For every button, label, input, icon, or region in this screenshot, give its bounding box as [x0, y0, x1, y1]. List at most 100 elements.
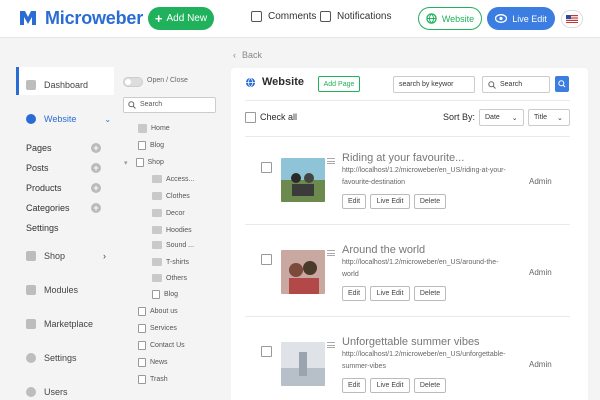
main-search-placeholder: Search: [500, 81, 523, 88]
tree-node-shop[interactable]: ▾ Shop: [124, 158, 164, 167]
post-edit-button[interactable]: Edit: [342, 286, 366, 301]
sidebar-item-website[interactable]: Website ⌄: [26, 114, 111, 124]
post-delete-button[interactable]: Delete: [414, 194, 446, 209]
add-new-button[interactable]: + Add New: [148, 7, 214, 30]
sidebar-item-dashboard[interactable]: Dashboard: [26, 80, 88, 90]
tree-node-home[interactable]: Home: [138, 124, 170, 133]
check-all-checkbox[interactable]: [245, 112, 256, 123]
add-page-button[interactable]: Add Page: [318, 76, 360, 92]
tree-node-others[interactable]: Others: [152, 274, 187, 282]
tree-node-label: Contact Us: [150, 342, 185, 349]
post-thumbnail[interactable]: [281, 342, 325, 386]
post-live-edit-button[interactable]: Live Edit: [370, 194, 410, 209]
post-delete-button[interactable]: Delete: [414, 378, 446, 393]
post-divider: [245, 316, 570, 317]
brand-logo[interactable]: Microweber: [17, 7, 143, 29]
post-thumbnail[interactable]: [281, 250, 325, 294]
tree-node-shop-blog[interactable]: Blog: [152, 290, 178, 299]
add-post-plus-icon[interactable]: +: [91, 163, 101, 173]
chevron-down-icon: ⌄: [104, 114, 112, 124]
post-title[interactable]: Around the world: [342, 244, 425, 256]
post-url: http://localhost/1.2/microweber/en_US/ri…: [342, 167, 506, 186]
sort-date-select[interactable]: Date ⌄: [479, 109, 524, 126]
sidebar-sub-products[interactable]: Products: [26, 183, 62, 193]
post-checkbox[interactable]: [261, 254, 272, 265]
sidebar-item-settings[interactable]: Settings: [26, 353, 77, 363]
post-thumbnail[interactable]: [281, 158, 325, 202]
tree-node-contact-us[interactable]: Contact Us: [138, 341, 185, 350]
add-category-plus-icon[interactable]: +: [91, 203, 101, 213]
tree-node-sound[interactable]: Sound ...: [152, 241, 194, 249]
comments-icon: [251, 11, 262, 22]
page-icon: [138, 341, 146, 350]
brand-name: Microweber: [45, 7, 144, 28]
folder-icon: [152, 258, 162, 266]
notifications-link[interactable]: Notifications: [320, 11, 391, 22]
tree-node-about-us[interactable]: About us: [138, 307, 178, 316]
search-button[interactable]: [555, 76, 569, 92]
notifications-icon: [320, 11, 331, 22]
tree-node-clothes[interactable]: Clothes: [152, 192, 190, 200]
tree-node-label: T-shirts: [166, 258, 189, 266]
tree-node-trash[interactable]: Trash: [138, 375, 168, 384]
tree-node-label: About us: [150, 308, 178, 315]
language-selector[interactable]: [561, 10, 583, 28]
main-search-input[interactable]: Search: [482, 76, 550, 93]
back-link[interactable]: ‹ Back: [233, 50, 262, 60]
sidebar-item-label: Dashboard: [44, 80, 89, 90]
sort-date-value: Date: [485, 114, 500, 121]
open-close-toggle[interactable]: [123, 77, 143, 87]
globe-icon: [26, 114, 36, 124]
post-edit-button[interactable]: Edit: [342, 378, 366, 393]
tree-node-label: Services: [150, 325, 177, 332]
tree-node-news[interactable]: News: [138, 358, 168, 367]
tree-node-decor[interactable]: Decor: [152, 209, 185, 217]
tree-node-services[interactable]: Services: [138, 324, 177, 333]
modules-icon: [26, 285, 36, 295]
post-live-edit-button[interactable]: Live Edit: [370, 286, 410, 301]
sidebar-item-shop[interactable]: Shop ›: [26, 251, 106, 261]
search-icon: [558, 80, 566, 88]
post-checkbox[interactable]: [261, 346, 272, 357]
post-title[interactable]: Unforgettable summer vibes: [342, 336, 480, 348]
sort-title-select[interactable]: Title ⌄: [528, 109, 570, 126]
sort-by-label: Sort By:: [443, 112, 476, 122]
tree-node-label: Hoodies: [166, 226, 192, 234]
tree-node-blog[interactable]: Blog: [138, 141, 164, 150]
drag-handle-icon[interactable]: [327, 158, 335, 164]
post-title[interactable]: Riding at your favourite...: [342, 152, 464, 164]
tree-search-placeholder: Search: [140, 101, 163, 108]
page-title-text: Website: [262, 76, 304, 88]
tree-node-label: Decor: [166, 209, 185, 217]
drag-handle-icon[interactable]: [327, 250, 335, 256]
add-product-plus-icon[interactable]: +: [91, 183, 101, 193]
sidebar-item-label: Settings: [44, 353, 77, 363]
page-title: Website: [245, 76, 304, 88]
sidebar-sub-pages[interactable]: Pages: [26, 143, 52, 153]
sidebar-sub-settings[interactable]: Settings: [26, 223, 59, 233]
post-checkbox[interactable]: [261, 162, 272, 173]
notifications-label: Notifications: [337, 11, 392, 22]
post-author: Admin: [529, 360, 552, 369]
add-page-plus-icon[interactable]: +: [91, 143, 101, 153]
chevron-down-icon: ⌄: [511, 114, 518, 122]
website-button[interactable]: Website: [418, 7, 482, 30]
tree-node-hoodies[interactable]: Hoodies: [152, 226, 192, 234]
drag-handle-icon[interactable]: [327, 342, 335, 348]
tree-node-tshirts[interactable]: T-shirts: [152, 258, 189, 266]
sidebar-item-marketplace[interactable]: Marketplace: [26, 319, 93, 329]
comments-link[interactable]: Comments: [251, 11, 316, 22]
search-by-select[interactable]: search by keywor: [393, 76, 475, 93]
post-delete-button[interactable]: Delete: [414, 286, 446, 301]
tree-search-input[interactable]: Search: [123, 97, 216, 113]
post-edit-button[interactable]: Edit: [342, 194, 366, 209]
sidebar-item-users[interactable]: Users: [26, 387, 68, 397]
sidebar-sub-posts[interactable]: Posts: [26, 163, 49, 173]
post-live-edit-button[interactable]: Live Edit: [370, 378, 410, 393]
sidebar-item-modules[interactable]: Modules: [26, 285, 78, 295]
tree-node-label: Others: [166, 274, 188, 282]
tree-node-accessories[interactable]: Access...: [152, 175, 194, 183]
live-edit-button[interactable]: Live Edit: [487, 7, 555, 30]
sidebar-sub-categories[interactable]: Categories: [26, 203, 70, 213]
folder-icon: [152, 274, 162, 282]
